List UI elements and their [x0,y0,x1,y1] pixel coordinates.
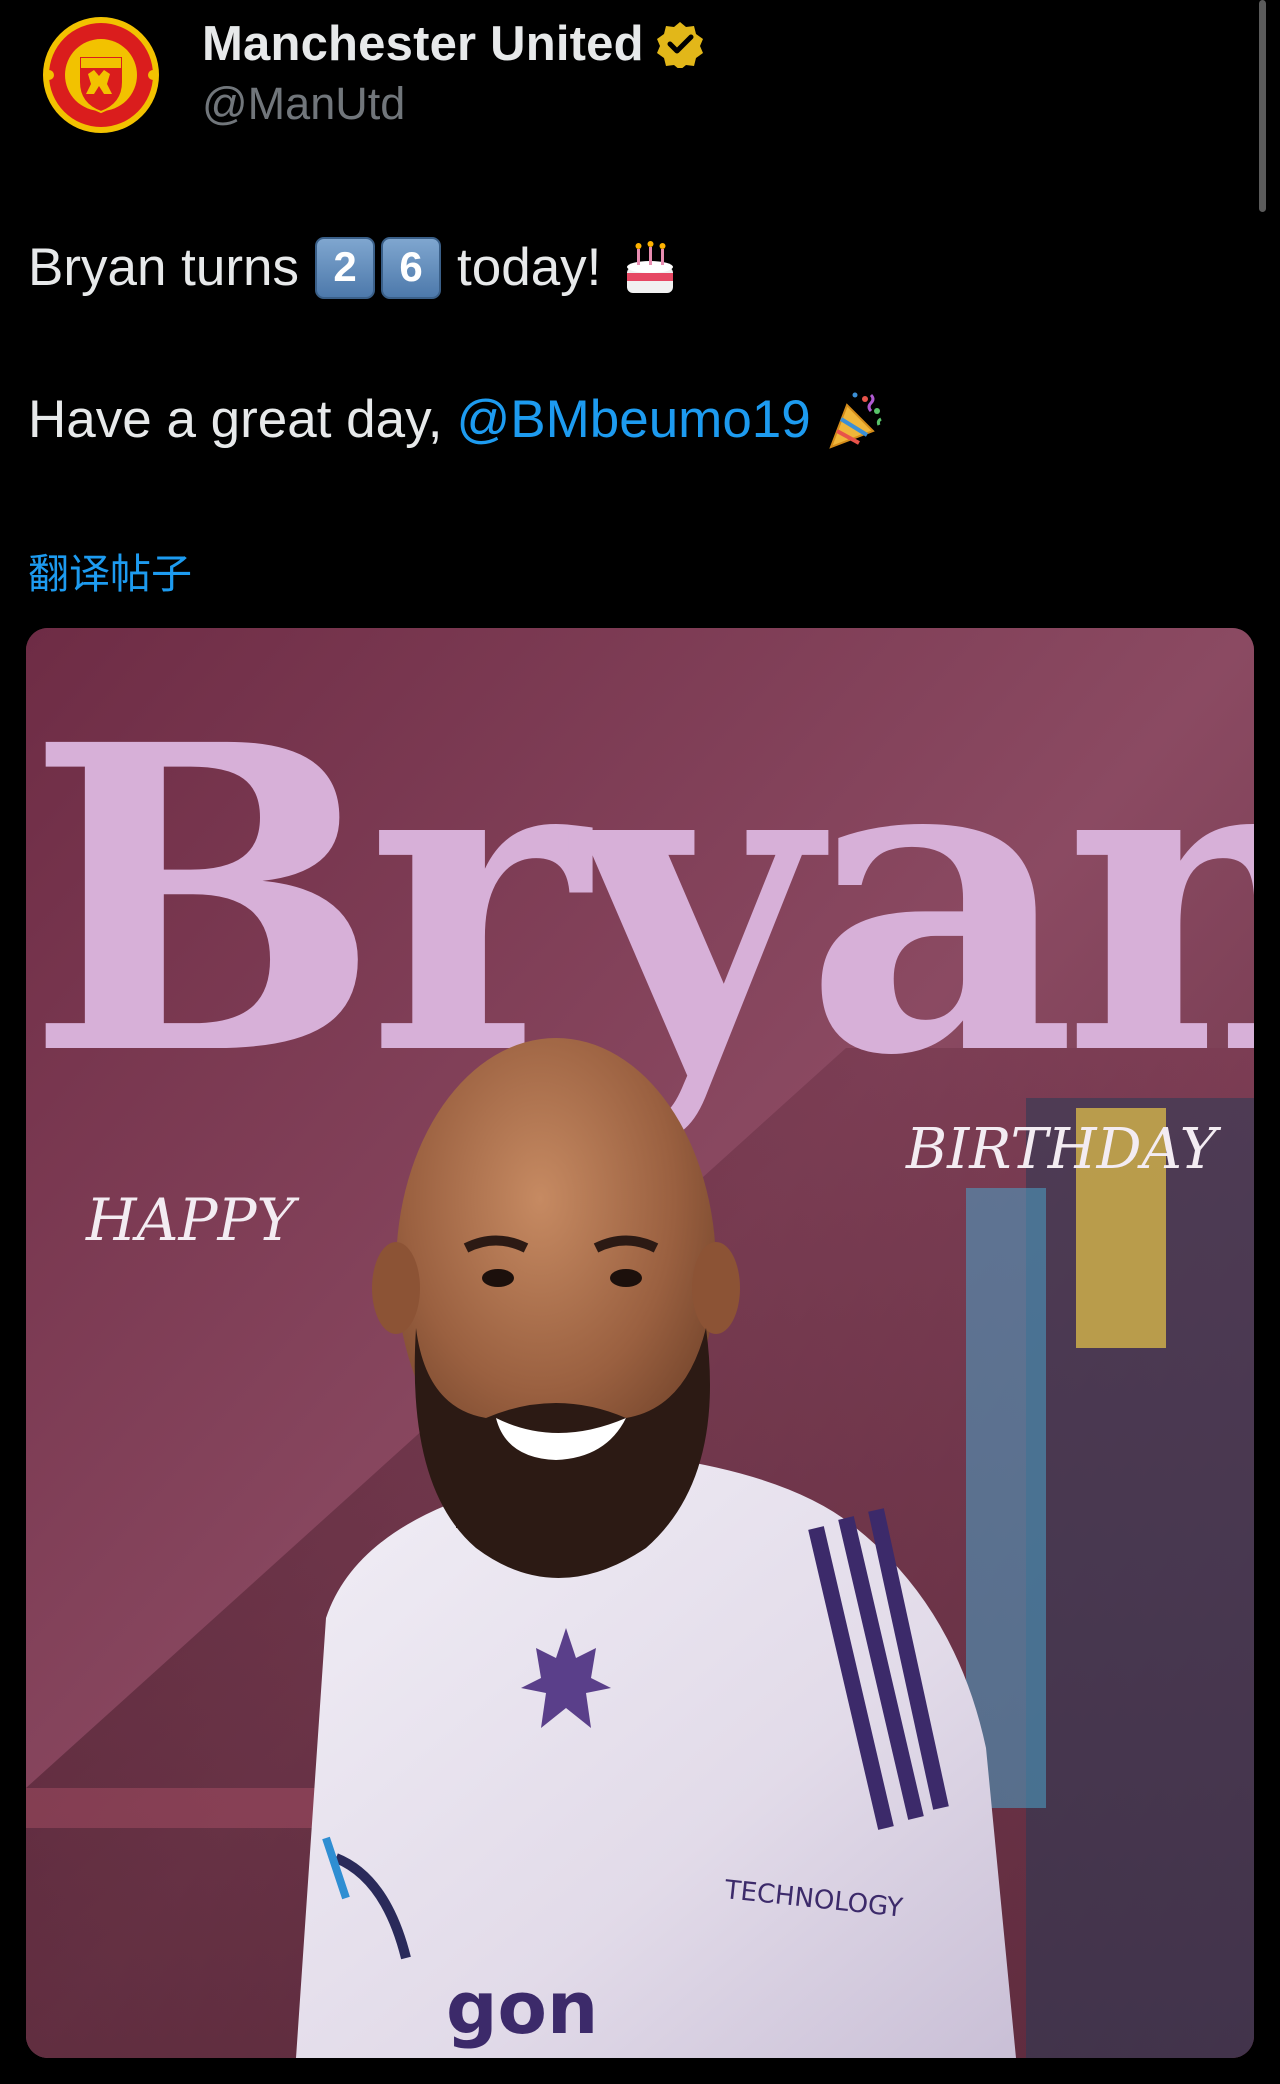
shirt-sponsor-text: gon [446,1966,598,2050]
birthday-cake-icon [627,241,674,293]
account-names: Manchester United @ManUtd [202,16,704,130]
birthday-poster: Bryan HAPPY BIRTHDAY TECHNOLOGY gon [26,628,1254,2058]
tweet-line-1-prefix: Bryan turns [28,238,300,297]
display-name-row: Manchester United [202,16,704,72]
tweet-text: Bryan turns 2 6 today! Have a great day,… [28,232,887,456]
verified-badge-icon[interactable] [656,20,704,68]
tweet-header: Manchester United @ManUtd [38,12,704,138]
display-name[interactable]: Manchester United [202,16,644,72]
tweet-line-1-suffix: today! [457,238,602,297]
keycap-digit-icon: 6 [381,237,442,299]
poster-label-birthday: BIRTHDAY [905,1117,1222,1182]
tweet-line-2-prefix: Have a great day, [28,390,443,449]
translate-post-link[interactable]: 翻译帖子 [28,540,192,600]
tweet-line-2: Have a great day, @BMbeumo19 [28,384,887,456]
party-popper-icon [829,392,882,449]
poster-label-happy: HAPPY [85,1186,300,1254]
manchester-united-crest-icon[interactable] [38,12,164,138]
keycap-digit-icon: 2 [315,237,376,299]
page-scrollbar[interactable] [1259,0,1266,212]
bottom-edge [0,2060,1280,2084]
tweet-media-image[interactable]: Bryan HAPPY BIRTHDAY TECHNOLOGY gon [26,628,1254,2058]
mention-link[interactable]: @BMbeumo19 [456,384,810,456]
tweet-line-1: Bryan turns 2 6 today! [28,232,887,304]
account-handle[interactable]: @ManUtd [202,78,704,130]
